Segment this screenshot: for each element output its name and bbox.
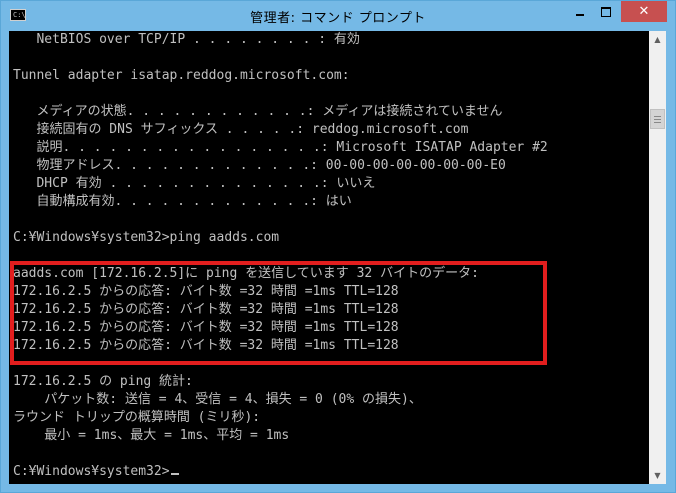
- ping-reply-highlight-box: [10, 261, 547, 365]
- console-line: 自動構成有効. . . . . . . . . . . . .: はい: [13, 194, 352, 209]
- title-bar[interactable]: C:\ 管理者: コマンド プロンプト ✕: [1, 1, 675, 31]
- vertical-scrollbar[interactable]: ▲ ▼: [649, 31, 666, 484]
- grip-line: [654, 119, 661, 120]
- console-line: NetBIOS over TCP/IP . . . . . . . . : 有効: [13, 32, 360, 47]
- grip-line: [654, 122, 661, 123]
- console-line: パケット数: 送信 = 4、受信 = 4、損失 = 0 (0% の損失)、: [13, 392, 422, 407]
- scroll-down-icon: ▼: [654, 471, 661, 480]
- close-button[interactable]: ✕: [621, 1, 667, 22]
- console-line: 最小 = 1ms、最大 = 1ms、平均 = 1ms: [13, 428, 290, 443]
- console-line: Tunnel adapter isatap.reddog.microsoft.c…: [13, 68, 350, 83]
- scroll-up-icon: ▲: [654, 35, 661, 44]
- console-line: 接続固有の DNS サフィックス . . . . .: reddog.micro…: [13, 122, 469, 137]
- scroll-down-button[interactable]: ▼: [649, 467, 666, 484]
- console-line: C:¥Windows¥system32>ping aadds.com: [13, 230, 280, 245]
- text-cursor: [170, 473, 179, 475]
- close-icon: ✕: [638, 4, 650, 19]
- console-line: ラウンド トリップの概算時間 (ミリ秒):: [13, 410, 261, 425]
- minimize-button[interactable]: [567, 1, 593, 22]
- scrollbar-thumb[interactable]: [650, 109, 665, 129]
- console-line: 説明. . . . . . . . . . . . . . . . .: Mic…: [13, 140, 548, 155]
- maximize-icon: [601, 6, 611, 17]
- console-prompt: C:¥Windows¥system32>: [13, 464, 170, 479]
- console-line: DHCP 有効 . . . . . . . . . . . . . .: いいえ: [13, 176, 376, 191]
- minimize-icon: [576, 13, 584, 16]
- grip-line: [654, 116, 661, 117]
- maximize-button[interactable]: [593, 1, 619, 22]
- console-prompt-line[interactable]: C:¥Windows¥system32>: [13, 463, 179, 481]
- console-output[interactable]: NetBIOS over TCP/IP . . . . . . . . : 有効…: [9, 31, 649, 484]
- console-line: 172.16.2.5 の ping 統計:: [13, 374, 193, 389]
- console-line: 物理アドレス. . . . . . . . . . . . .: 00-00-0…: [13, 158, 506, 173]
- command-prompt-window: C:\ 管理者: コマンド プロンプト ✕ NetBIOS over TCP/I…: [0, 0, 676, 493]
- scroll-up-button[interactable]: ▲: [649, 31, 666, 48]
- console-line: メディアの状態. . . . . . . . . . . .: メディアは接続さ…: [13, 104, 503, 119]
